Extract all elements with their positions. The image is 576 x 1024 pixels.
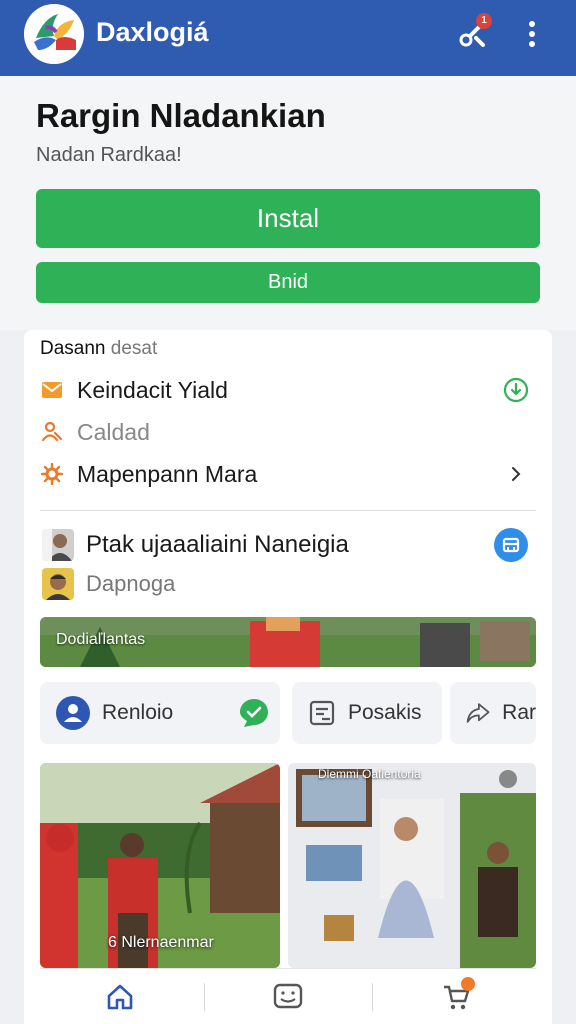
detail-row-3[interactable]: Mapenpann Mara: [40, 456, 540, 492]
action-card-1[interactable]: Renloio: [40, 682, 280, 744]
gear-icon: [40, 462, 64, 486]
cart-badge: [461, 977, 475, 991]
banner-image[interactable]: Dodiaľlantas: [40, 617, 536, 667]
chat-bubble-icon[interactable]: [238, 697, 270, 729]
nav-separator: [204, 983, 205, 1011]
overflow-menu-button[interactable]: [514, 16, 550, 52]
chat-icon: [273, 983, 303, 1009]
detail-row-1[interactable]: Keindacit Yiald: [40, 372, 540, 408]
person-name: Dapnoga: [86, 571, 176, 596]
gallery-caption: Dlemmi Oafientoria: [318, 767, 421, 781]
notification-badge: 1: [476, 13, 492, 29]
person-name: Ptak ujaaaliaini Naneigia: [86, 531, 349, 558]
action-card-3[interactable]: Rar: [450, 682, 536, 744]
install-button[interactable]: Instal: [36, 189, 540, 248]
gallery-caption: 6 Nlernaenmar: [108, 934, 214, 951]
bottom-navigation: [40, 968, 536, 1024]
document-icon: [309, 700, 335, 726]
section-divider: [40, 510, 536, 511]
user-icon: [56, 696, 90, 730]
detail-row-2[interactable]: Caldad: [40, 414, 540, 450]
action-label: Renloio: [102, 701, 174, 724]
download-icon[interactable]: [502, 376, 530, 404]
secondary-action-button[interactable]: Bnid: [36, 262, 540, 303]
person-row-2[interactable]: Dapnoga: [42, 566, 542, 602]
avatar: [42, 529, 74, 561]
top-app-bar: Daxlogiá 1: [0, 0, 576, 76]
avatar: [42, 568, 74, 600]
contact-card-icon[interactable]: [494, 528, 528, 562]
details-section-label: Dasann desat: [40, 337, 157, 361]
home-icon: [107, 984, 133, 1010]
banner-label: Dodiaľlantas: [56, 631, 146, 648]
person-icon: [40, 420, 64, 444]
share-icon: [466, 703, 490, 723]
product-title: Rargin Nladankian: [36, 97, 326, 134]
action-card-2[interactable]: Posakis: [292, 682, 442, 744]
gallery-photo-2[interactable]: [288, 763, 536, 968]
product-subtitle: Nadan Rardkaa!: [36, 144, 182, 166]
action-label: Posakis: [348, 701, 422, 724]
mail-icon: [40, 378, 64, 402]
person-row-1[interactable]: Ptak ujaaaliaini Naneigia: [42, 527, 542, 563]
detail-row-label: Caldad: [77, 418, 150, 445]
detail-row-label: Mapenpann Mara: [77, 460, 258, 487]
chevron-right-icon[interactable]: [502, 460, 530, 488]
more-vertical-icon: [529, 21, 535, 47]
app-logo: [24, 4, 84, 64]
details-label-muted: desat: [110, 338, 158, 359]
details-label-bold: Dasann: [40, 338, 106, 359]
app-title: Daxlogiá: [96, 17, 209, 47]
action-label: Rar: [502, 701, 536, 724]
detail-row-label: Keindacit Yiald: [77, 376, 228, 403]
nav-separator: [372, 983, 373, 1011]
nav-home[interactable]: [102, 979, 138, 1015]
nav-messages[interactable]: [270, 979, 306, 1015]
